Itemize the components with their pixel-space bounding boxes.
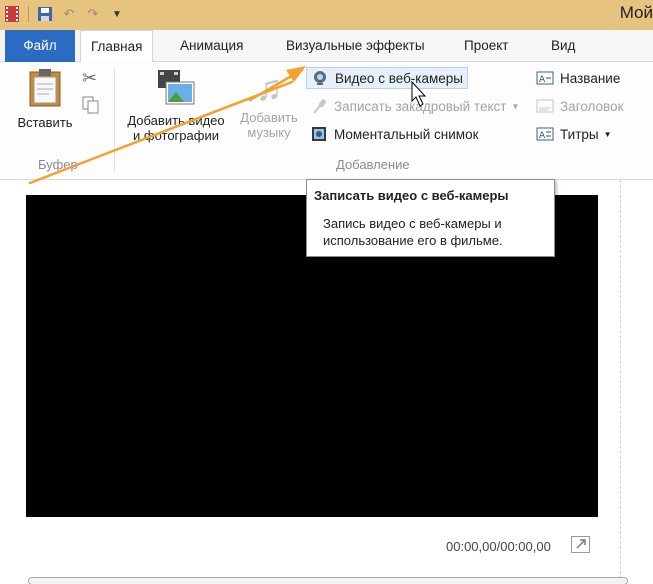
caption-icon — [536, 97, 554, 115]
record-narration-label: Записать закадровый текст — [334, 98, 507, 114]
customize-dropdown-icon[interactable]: ▼ — [107, 4, 127, 24]
add-music-label-line1: Добавить — [240, 110, 298, 125]
tooltip-line-2: использование его в фильме. — [323, 233, 503, 248]
snapshot-button[interactable]: Моментальный снимок — [306, 123, 483, 145]
quick-access-toolbar: ↶ ↷ ▼ — [2, 4, 127, 24]
caption-button[interactable]: Заголовок — [532, 95, 627, 117]
snapshot-icon — [310, 125, 328, 143]
svg-text:A: A — [539, 131, 546, 141]
seek-slider[interactable] — [28, 577, 628, 584]
tooltip-body: Запись видео с веб-камеры и использовани… — [323, 215, 548, 249]
tab-view[interactable]: Вид — [541, 30, 585, 62]
webcam-icon — [311, 69, 329, 87]
webcam-tooltip: Записать видео с веб-камеры Запись видео… — [306, 179, 555, 257]
app-film-icon[interactable] — [2, 4, 22, 24]
credits-dropdown-icon: ▼ — [603, 129, 612, 139]
tab-file[interactable]: Файл — [5, 30, 75, 62]
fullscreen-expand-icon[interactable] — [571, 536, 590, 553]
tooltip-title: Записать видео с веб-камеры — [314, 188, 509, 203]
tab-project[interactable]: Проект — [454, 30, 518, 62]
save-icon[interactable] — [35, 4, 55, 24]
add-video-photo-button[interactable]: Добавить видео и фотографии — [120, 68, 232, 143]
ribbon-tabs: Файл Главная Анимация Визуальные эффекты… — [0, 30, 653, 63]
paste-button[interactable]: Вставить — [10, 68, 80, 130]
group-label-add: Добавление — [336, 157, 410, 172]
narration-dropdown-icon: ▼ — [511, 101, 520, 111]
snapshot-label: Моментальный снимок — [334, 126, 479, 142]
clipboard-icon — [28, 68, 62, 111]
title-label: Название — [560, 70, 621, 86]
credits-label: Титры — [560, 126, 599, 142]
svg-text:A: A — [539, 75, 546, 85]
microphone-icon — [310, 97, 328, 115]
group-label-buffer: Буфер — [38, 157, 78, 172]
add-video-label-line2: и фотографии — [133, 128, 219, 143]
title-icon: A — [536, 69, 554, 87]
webcam-video-label: Видео с веб-камеры — [335, 70, 464, 86]
credits-button[interactable]: A Титры ▼ — [532, 123, 616, 145]
storyboard-pane-edge — [620, 180, 621, 584]
cut-icon[interactable]: ✂ — [82, 68, 97, 89]
tooltip-line-1: Запись видео с веб-камеры и — [323, 216, 502, 231]
window-title: Мой — [619, 3, 653, 22]
caption-label: Заголовок — [560, 98, 624, 114]
undo-icon[interactable]: ↶ — [59, 4, 79, 24]
add-video-label-line1: Добавить видео — [127, 113, 225, 128]
title-button[interactable]: A Название — [532, 67, 624, 89]
video-photo-icon — [156, 68, 196, 111]
add-music-label-line2: музыку — [247, 125, 291, 140]
add-music-button[interactable]: ♫ Добавить музыку — [234, 67, 304, 141]
webcam-video-button[interactable]: Видео с веб-камеры — [306, 67, 469, 89]
record-narration-button[interactable]: Записать закадровый текст ▼ — [306, 95, 523, 117]
tab-animation[interactable]: Анимация — [170, 30, 253, 62]
music-note-icon: ♫ — [255, 67, 283, 108]
ribbon-home: Вставить ✂ Буфер Добавить видео и фотогр… — [0, 62, 653, 180]
redo-icon[interactable]: ↷ — [83, 4, 103, 24]
credits-icon: A — [536, 125, 554, 143]
paste-label: Вставить — [17, 115, 73, 130]
playback-timecode: 00:00,00/00:00,00 — [446, 539, 551, 554]
tab-home[interactable]: Главная — [80, 30, 154, 63]
tab-visual-effects[interactable]: Визуальные эффекты — [276, 30, 435, 62]
title-bar: ↶ ↷ ▼ Мой — [0, 0, 653, 30]
copy-icon[interactable] — [82, 96, 100, 117]
